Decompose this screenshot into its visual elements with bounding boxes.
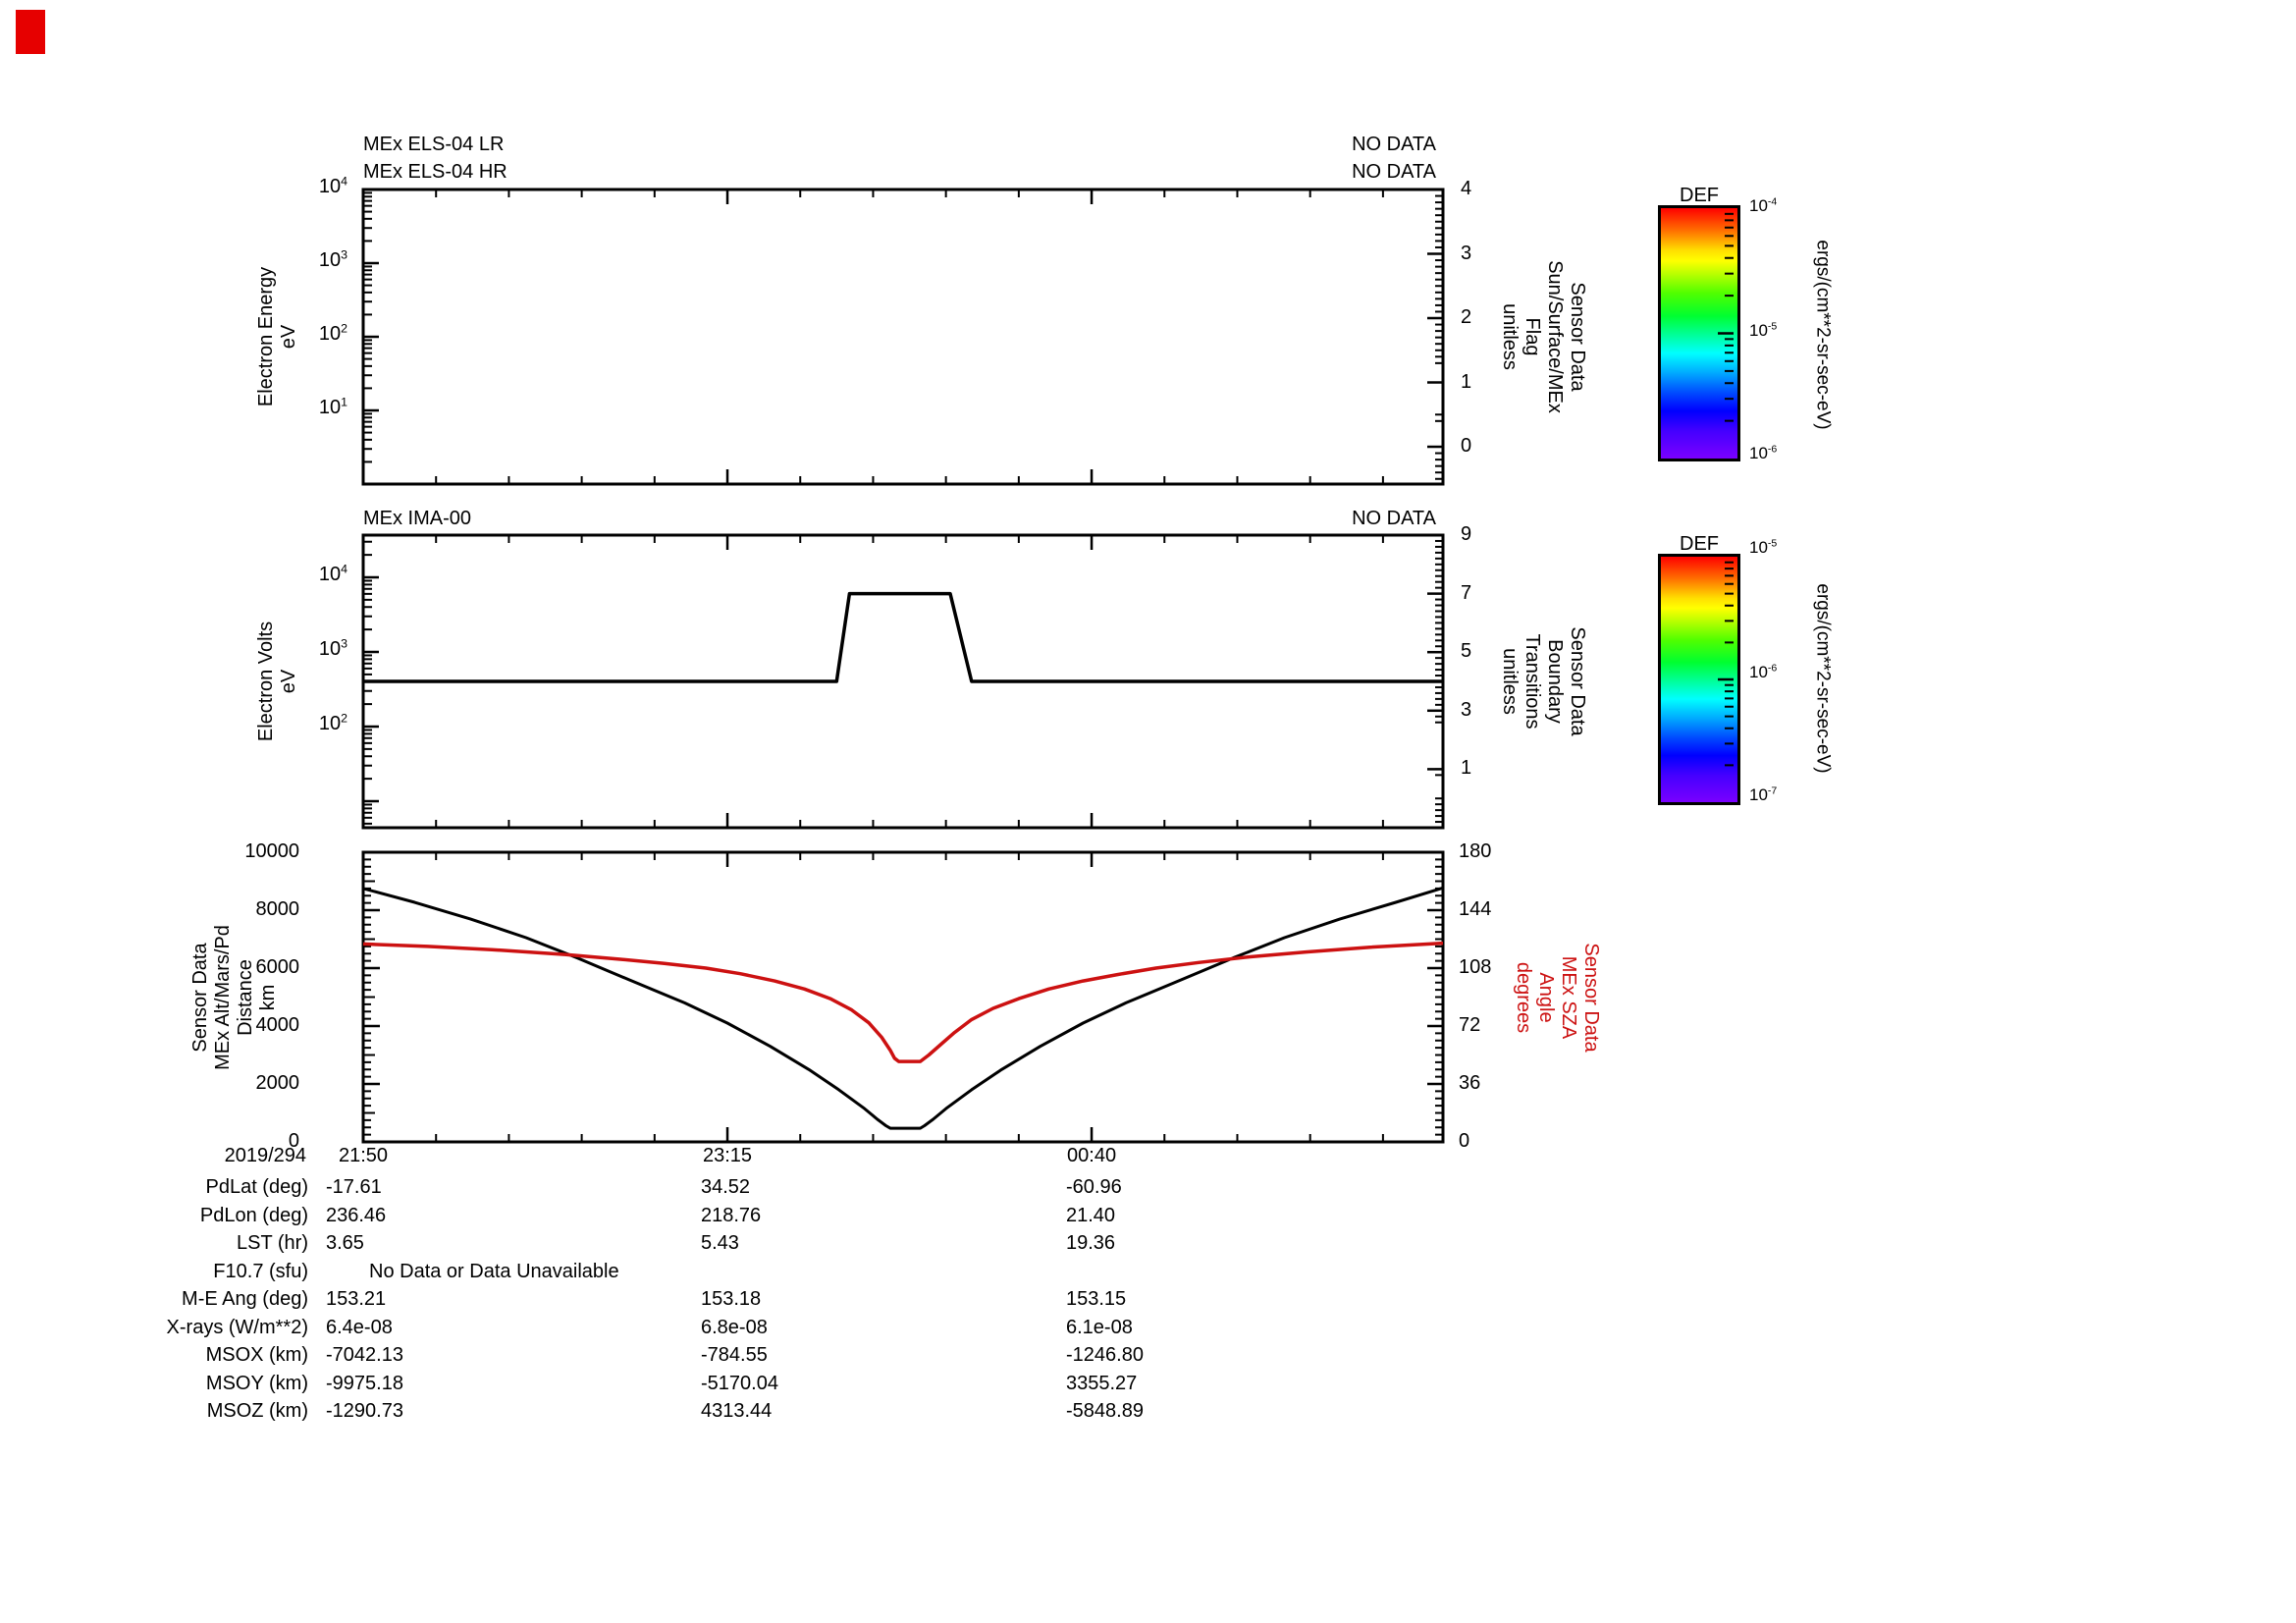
colorbar1-tick-label: 10-4	[1749, 195, 1778, 215]
table-cell-col3: 6.1e-08	[1066, 1316, 1133, 1338]
colorbar2-tick-label: 10-7	[1749, 784, 1778, 804]
table-cell-col3: -5848.89	[1066, 1400, 1144, 1422]
table-cell-col3: 21.40	[1066, 1204, 1116, 1226]
panel3-left-tick-label: 0	[288, 1130, 299, 1152]
red-marker-square	[16, 10, 45, 54]
panel1-nodata-line1: NO DATA	[1352, 134, 1436, 155]
panel3-right-tick-label: 180	[1459, 840, 1492, 862]
x-axis-time-label: 00:40	[1067, 1145, 1117, 1166]
panel2-left-tick-label: 103	[318, 636, 347, 660]
colorbar1-tick-label: 10-5	[1749, 320, 1778, 340]
table-row-label: M-E Ang (deg)	[182, 1288, 308, 1310]
table-row-span-value: No Data or Data Unavailable	[369, 1260, 619, 1282]
panel2-right-tick-label: 3	[1461, 698, 1472, 721]
table-row-label: F10.7 (sfu)	[213, 1260, 308, 1282]
panel3-right-axis-title: Sensor Data MEx SZA Angle degrees	[1513, 943, 1602, 1053]
table-cell-col2: -784.55	[701, 1344, 768, 1366]
table-cell-col1: -9975.18	[326, 1372, 403, 1394]
panel3-left-tick-label: 4000	[255, 1014, 300, 1036]
table-row-label: LST (hr)	[237, 1232, 308, 1254]
table-row-label: MSOY (km)	[205, 1372, 308, 1394]
x-axis-time-label: 21:50	[338, 1145, 389, 1166]
panel2-nodata: NO DATA	[1352, 508, 1436, 529]
table-row-label: MSOX (km)	[205, 1344, 308, 1366]
table-cell-col2: 5.43	[701, 1232, 739, 1254]
panel2-title: MEx IMA-00	[363, 508, 472, 529]
panel3-left-tick-label: 2000	[255, 1072, 300, 1094]
panel1-right-tick-label: 3	[1461, 242, 1472, 264]
panel2-left-tick-label: 104	[318, 562, 347, 585]
table-cell-col2: 153.18	[701, 1288, 762, 1310]
panel1-left-tick-label: 102	[318, 321, 347, 345]
panel2-right-tick-label: 5	[1461, 640, 1472, 663]
panel3-right-tick-label: 108	[1459, 956, 1492, 978]
colorbar2-tick-label: 10-5	[1749, 537, 1778, 557]
table-row-label: X-rays (W/m**2)	[166, 1316, 308, 1338]
panel1-right-tick-label: 0	[1461, 435, 1472, 457]
x-axis-time-label: 23:15	[703, 1145, 753, 1166]
panel3-left-tick-label: 10000	[244, 840, 299, 862]
table-cell-col3: 3355.27	[1066, 1372, 1138, 1394]
panel3-right-tick-label: 144	[1459, 898, 1492, 920]
table-row-label: PdLon (deg)	[199, 1204, 308, 1226]
panel1-nodata-line2: NO DATA	[1352, 161, 1436, 183]
table-cell-col3: -60.96	[1066, 1176, 1122, 1198]
panel3-right-tick-label: 36	[1459, 1072, 1481, 1094]
colorbar2-tick-label: 10-6	[1749, 662, 1778, 681]
table-cell-col2: 6.8e-08	[701, 1316, 768, 1338]
table-cell-col3: -1246.80	[1066, 1344, 1144, 1366]
panel1-title-line2: MEx ELS-04 HR	[363, 161, 507, 183]
panel2-right-tick-label: 7	[1461, 581, 1472, 604]
table-cell-col2: 218.76	[701, 1204, 762, 1226]
panel3-right-tick-label: 0	[1459, 1130, 1470, 1152]
table-cell-col1: 153.21	[326, 1288, 387, 1310]
panel3-left-axis-title: Sensor Data MEx Alt/Mars/Pd Distance km	[189, 925, 279, 1070]
colorbar2-title: DEF	[1680, 533, 1719, 555]
table-cell-col3: 153.15	[1066, 1288, 1127, 1310]
table-cell-col3: 19.36	[1066, 1232, 1116, 1254]
colorbar1-tick-label: 10-6	[1749, 443, 1778, 462]
panel1-left-tick-label: 104	[318, 174, 347, 197]
colorbar1-title: DEF	[1680, 185, 1719, 206]
colorbar2-unit-label: ergs/(cm**2-sr-sec-eV)	[1812, 583, 1834, 774]
panel1-right-axis-title: Sensor Data Sun/Surface/MEx Flag unitles…	[1499, 260, 1588, 413]
table-cell-col1: -17.61	[326, 1176, 382, 1198]
panel1-left-tick-label: 103	[318, 247, 347, 271]
panel2-right-tick-label: 9	[1461, 523, 1472, 545]
table-cell-col2: -5170.04	[701, 1372, 778, 1394]
colorbar2-gradient	[1658, 554, 1740, 805]
panel2-left-tick-label: 102	[318, 711, 347, 734]
table-cell-col1: 3.65	[326, 1232, 364, 1254]
panel1-right-tick-label: 1	[1461, 370, 1472, 393]
panel1-right-tick-label: 4	[1461, 178, 1472, 199]
panel1-title-line1: MEx ELS-04 LR	[363, 134, 505, 155]
panel2-right-axis-title: Sensor Data Boundary Transitions unitles…	[1499, 626, 1588, 736]
table-cell-col1: -7042.13	[326, 1344, 403, 1366]
panel1-left-tick-label: 101	[318, 395, 347, 418]
panel3-left-tick-label: 8000	[255, 898, 300, 920]
table-cell-col2: 34.52	[701, 1176, 751, 1198]
table-row-label: MSOZ (km)	[206, 1400, 308, 1422]
panel2-right-tick-label: 1	[1461, 757, 1472, 780]
colorbar1-gradient	[1658, 205, 1740, 461]
colorbar1-unit-label: ergs/(cm**2-sr-sec-eV)	[1812, 240, 1834, 430]
table-cell-col2: 4313.44	[701, 1400, 773, 1422]
table-cell-col1: 6.4e-08	[326, 1316, 393, 1338]
table-row-label: PdLat (deg)	[205, 1176, 308, 1198]
panel3-left-tick-label: 6000	[255, 956, 300, 978]
table-cell-col1: 236.46	[326, 1204, 387, 1226]
plot-page: MEx ELS-04 LR MEx ELS-04 HR NO DATA NO D…	[0, 0, 2296, 1623]
table-cell-col1: -1290.73	[326, 1400, 403, 1422]
panel3-right-tick-label: 72	[1459, 1014, 1481, 1036]
panel1-right-tick-label: 2	[1461, 306, 1472, 328]
